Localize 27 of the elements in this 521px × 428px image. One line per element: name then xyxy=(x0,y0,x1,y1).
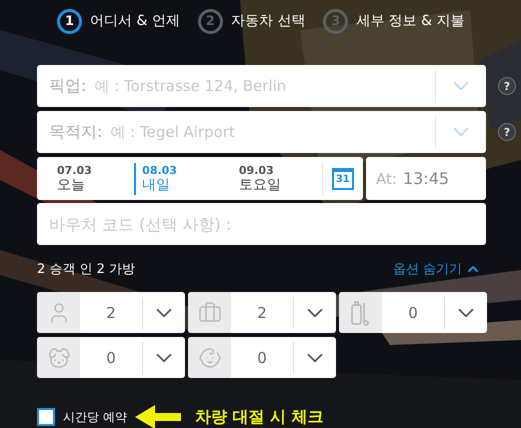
hide-options-link[interactable]: 옵션 숨기기 xyxy=(392,260,481,278)
annotation-text: 차량 대절 시 체크 xyxy=(194,406,324,428)
field-label: 픽업: xyxy=(48,76,86,96)
date-picker[interactable]: 07.03 오늘 08.03 내일 09.03 토요일 31 xyxy=(37,157,363,200)
time-field[interactable]: At: 13:45 xyxy=(366,157,486,200)
step-tab[interactable]: 1 어디서 & 언제 xyxy=(57,8,180,34)
date-option[interactable]: 09.03 토요일 xyxy=(230,162,322,194)
passenger-summary: 2 승객 인 2 가방 xyxy=(37,261,136,278)
field-label: 목적지: xyxy=(48,122,102,142)
date-option[interactable]: 08.03 내일 xyxy=(134,162,225,194)
baby-icon xyxy=(198,346,222,370)
calendar-icon[interactable]: 31 xyxy=(332,168,354,190)
date-option[interactable]: 07.03 오늘 xyxy=(37,162,128,194)
dog-icon xyxy=(46,346,70,370)
step-tab[interactable]: 3 세부 정보 & 지불 xyxy=(323,8,465,34)
count-selector[interactable]: 0 xyxy=(37,337,185,378)
voucher-field[interactable]: 바우처 코드 (선택 사항) : xyxy=(37,203,486,245)
golf-bag-icon xyxy=(350,300,372,326)
count-selector[interactable]: 2 xyxy=(37,292,185,333)
arrow-icon xyxy=(134,404,181,428)
count-selector[interactable]: 2 xyxy=(188,292,336,333)
step-tab[interactable]: 2 자동차 선택 xyxy=(198,8,306,34)
hourly-checkbox[interactable] xyxy=(37,408,55,426)
count-selector[interactable]: 0 xyxy=(339,292,487,333)
checkbox-label: 시간당 예약 xyxy=(63,408,127,426)
count-selector[interactable]: 0 xyxy=(188,337,336,378)
suitcase-icon xyxy=(198,300,222,324)
